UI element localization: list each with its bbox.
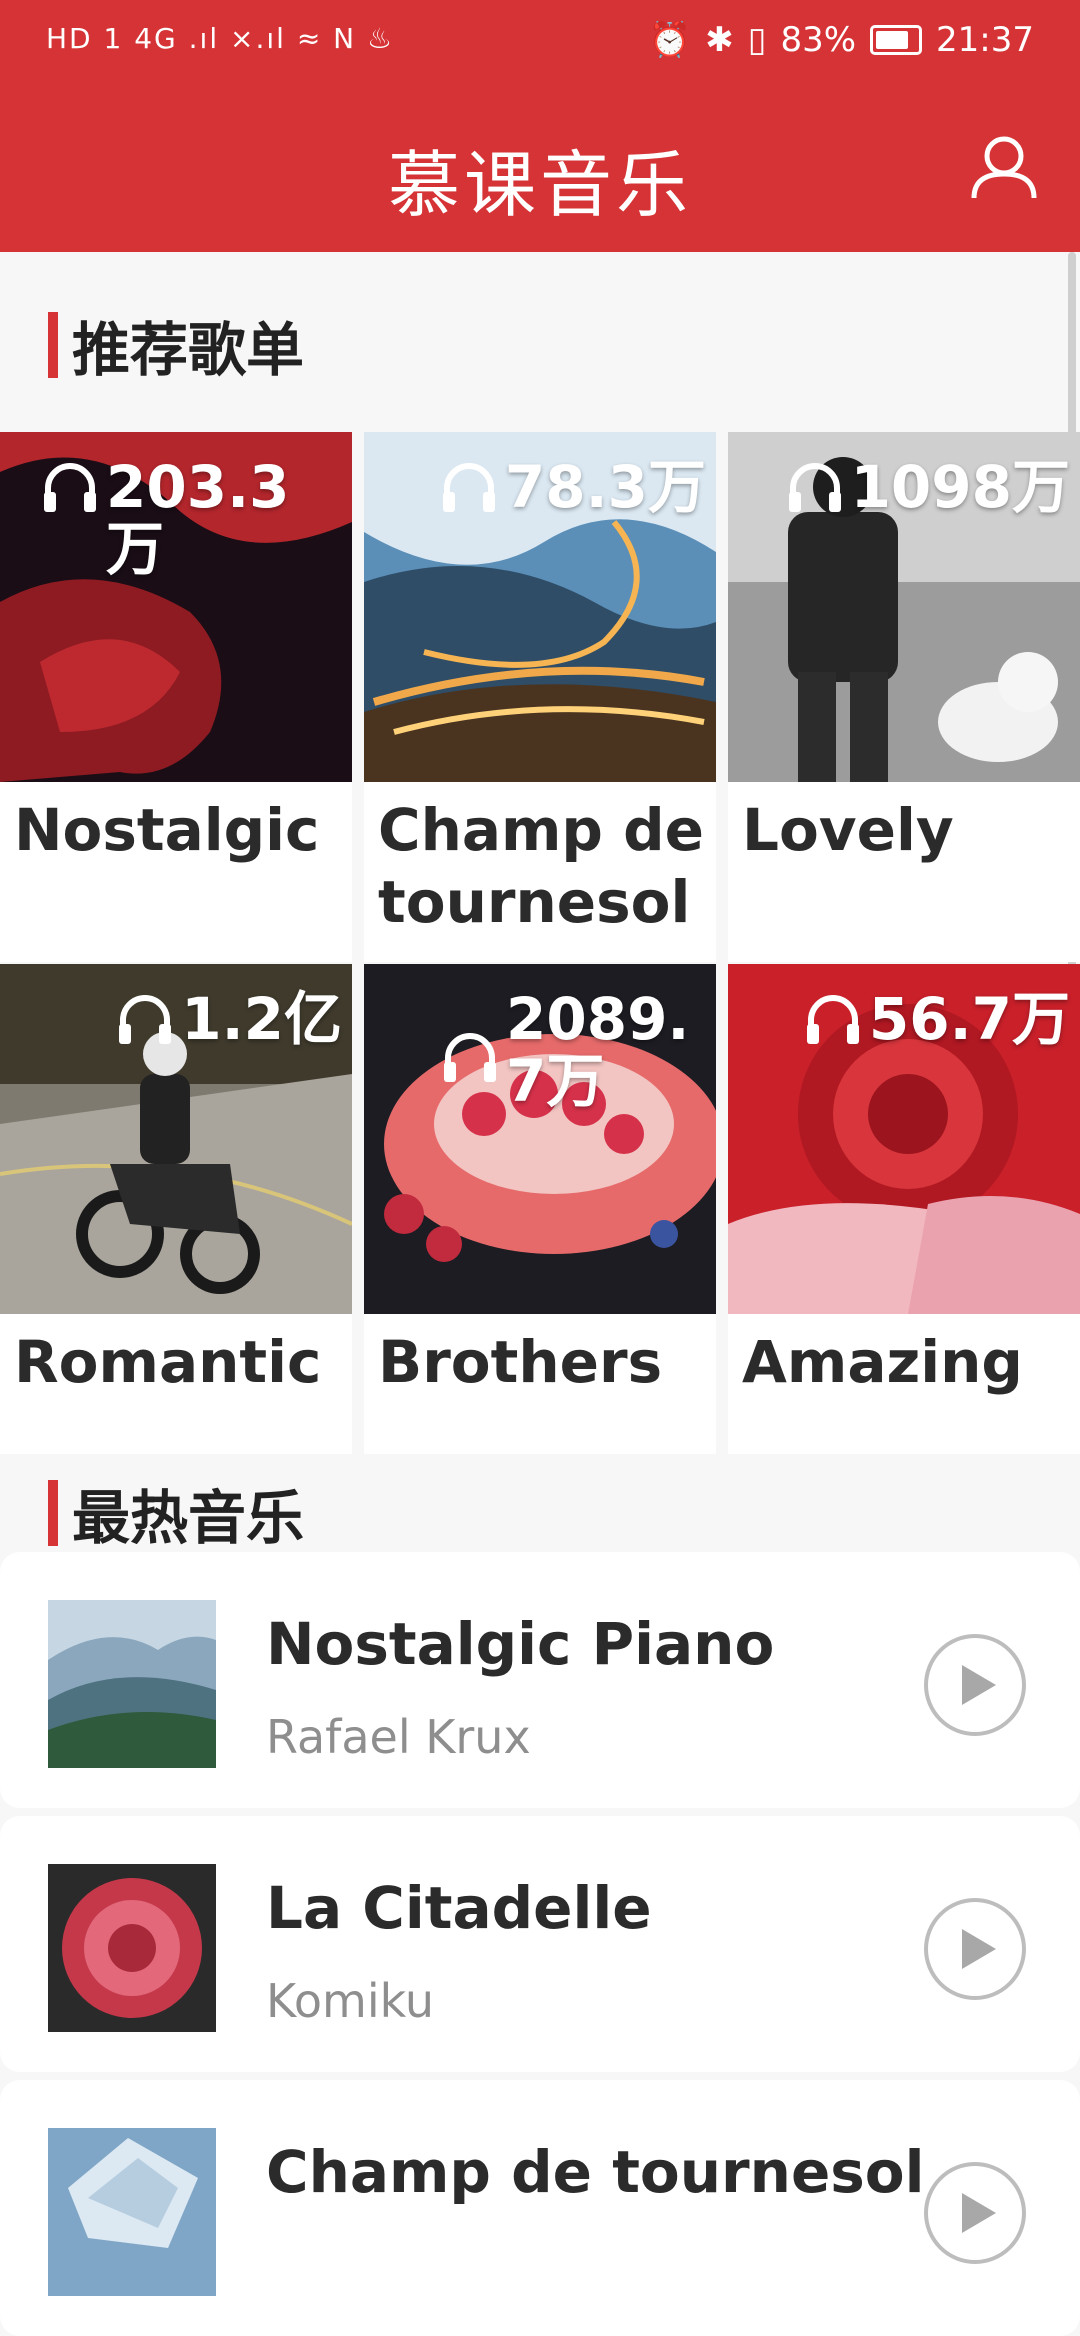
battery-icon — [870, 25, 923, 55]
section-accent-bar — [48, 1480, 58, 1546]
recommended-title: 推荐歌单 — [72, 316, 305, 384]
battery-percent: 83% — [780, 20, 857, 60]
headphones-icon — [444, 1033, 496, 1082]
play-count: 56.7万 — [805, 988, 1070, 1050]
status-bar: HD 1 4G .ıl ×.ıl ≈ N ♨ ⏰ ✱ ▯ 83% 21:37 — [0, 0, 1080, 86]
playlist-name: Champ de tournesol — [378, 796, 704, 936]
recommended-section-header: 推荐歌单 — [48, 310, 304, 384]
app-title: 慕课音乐 — [387, 143, 692, 227]
song-title: Nostalgic Piano — [266, 1610, 775, 1678]
play-button[interactable] — [922, 1896, 1028, 2002]
playlist-card[interactable]: 203.3万 Nostalgic — [0, 432, 352, 962]
song-row[interactable]: Nostalgic Piano Rafael Krux — [0, 1552, 1080, 1808]
playlist-card[interactable]: 78.3万 Champ de tournesol — [364, 432, 716, 962]
headphones-icon — [806, 995, 859, 1044]
status-right: ⏰ ✱ ▯ 83% 21:37 — [649, 20, 1034, 60]
hot-section-header: 最热音乐 — [48, 1478, 304, 1552]
song-cover — [48, 2128, 216, 2296]
play-count-value: 1.2亿 — [181, 985, 342, 1053]
playlist-card[interactable]: 1098万 Lovely — [728, 432, 1080, 962]
user-button[interactable] — [966, 130, 1042, 206]
playlist-name: Nostalgic — [14, 796, 320, 864]
hot-title: 最热音乐 — [72, 1484, 305, 1552]
play-button[interactable] — [922, 2160, 1028, 2266]
play-icon — [924, 1634, 1026, 1736]
play-count: 203.3万 — [42, 456, 342, 580]
section-accent-bar — [48, 312, 58, 378]
song-cover — [48, 1864, 216, 2032]
play-count-value: 56.7万 — [868, 985, 1070, 1053]
headphones-icon — [119, 995, 172, 1044]
user-icon — [971, 136, 1037, 199]
playlist-card[interactable]: 2089.7万 Brothers — [364, 964, 716, 1454]
status-left-icons: HD 1 4G .ıl ×.ıl ≈ N ♨ — [46, 22, 395, 55]
play-icon — [924, 2162, 1026, 2264]
play-count: 1098万 — [787, 456, 1070, 518]
song-artist: Rafael Krux — [266, 1710, 531, 1764]
playlist-card[interactable]: 56.7万 Amazing — [728, 964, 1080, 1454]
song-artist: Komiku — [266, 1974, 434, 2028]
playlist-name: Romantic — [14, 1328, 322, 1396]
play-count-value: 2089.7万 — [506, 985, 690, 1115]
song-title: Champ de tournesol — [266, 2138, 925, 2206]
song-row[interactable]: La Citadelle Komiku — [0, 1816, 1080, 2072]
playlist-name: Amazing — [742, 1328, 1023, 1396]
play-icon — [924, 1898, 1026, 2000]
play-count-value: 1098万 — [850, 453, 1070, 521]
song-cover — [48, 1600, 216, 1768]
headphones-icon — [788, 463, 841, 512]
playlist-name: Lovely — [742, 796, 954, 864]
song-title: La Citadelle — [266, 1874, 652, 1942]
headphones-icon — [44, 463, 96, 512]
clock: 21:37 — [936, 20, 1034, 60]
bluetooth-icon: ✱ — [705, 20, 734, 60]
app-bar: 慕课音乐 — [0, 86, 1080, 252]
headphones-icon — [442, 463, 495, 512]
playlist-name: Brothers — [378, 1328, 663, 1396]
playlist-card[interactable]: 1.2亿 Romantic — [0, 964, 352, 1454]
song-row[interactable]: Champ de tournesol — [0, 2080, 1080, 2336]
vibrate-icon: ▯ — [747, 20, 767, 60]
play-count-value: 203.3万 — [106, 453, 290, 583]
play-count: 1.2亿 — [117, 988, 342, 1050]
alarm-icon: ⏰ — [648, 20, 692, 60]
play-count: 78.3万 — [441, 456, 706, 518]
play-count-value: 78.3万 — [504, 453, 706, 521]
play-button[interactable] — [922, 1632, 1028, 1738]
play-count: 2089.7万 — [442, 988, 706, 1112]
